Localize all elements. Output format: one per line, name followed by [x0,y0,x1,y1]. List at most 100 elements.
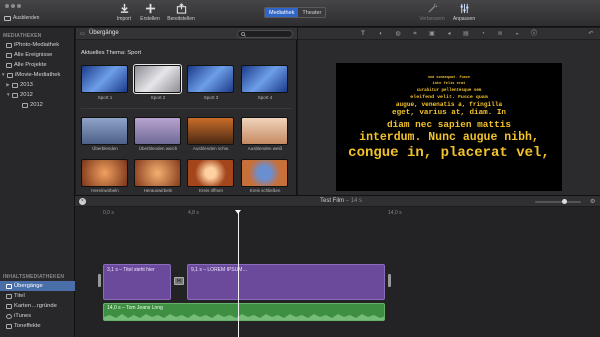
sidebar-item-2013[interactable]: ▶ 2013 [0,80,74,90]
transition-fade-white[interactable] [241,117,288,145]
star-icon [6,52,12,58]
share-button[interactable]: Bereitstellen [167,3,195,22]
audio-clip[interactable]: 14,0 s – Tom Jeans Long [103,303,385,321]
timeline[interactable]: 0,0 s 4,8 s 14,0 s 3,1 s – Titel steht h… [75,207,600,337]
transition-circle-close[interactable] [241,159,288,187]
transition-label: Überblenden weich [138,146,178,151]
transition-sport-3[interactable] [187,65,234,93]
minimize-window-button[interactable] [11,4,15,8]
transition-soft-dissolve[interactable] [134,117,181,145]
close-window-button[interactable] [5,4,9,8]
audio-eq-icon[interactable]: ≋ [497,31,503,37]
crawl-line: curabitur pellentesque sem [416,88,482,93]
sidebar-item-2012-event[interactable]: 2012 [0,100,74,110]
enhance-button[interactable]: Verbessern [418,3,446,22]
disclosure-triangle-icon[interactable]: ▼ [6,90,10,100]
sidebar-item-maps[interactable]: Karten…rgründe [0,301,75,311]
create-button[interactable]: Erstellen [136,3,164,22]
color-balance-icon[interactable]: ◐ [378,31,384,37]
info-icon[interactable]: ⓘ [531,31,537,37]
transition-circle-open[interactable] [187,159,234,187]
title-tool-icon[interactable]: T [360,31,366,37]
event-icon [22,102,28,108]
sidebar-item-imovie-library[interactable]: ▼ iMovie-Mediathek [0,70,74,80]
zoom-slider-knob[interactable] [562,199,567,204]
import-arrow-icon [120,3,128,13]
map-icon [6,303,12,309]
sidebar-item-transitions[interactable]: Übergänge [0,281,75,291]
tab-mediathek[interactable]: Mediathek [265,8,299,17]
zoom-slider[interactable] [535,201,581,203]
transition-marker-icon[interactable]: ⋈ [174,277,184,285]
sidebar-item-itunes[interactable]: iTunes [0,311,75,321]
browser-header: ▭ Übergänge [76,28,297,40]
settings-gear-icon[interactable]: ⚙ [590,198,595,205]
content-browser: ▭ Übergänge Aktuelles Thema: Sport Sport… [76,28,297,195]
search-icon [241,32,246,37]
sliders-icon [460,3,468,14]
magic-wand-icon [427,3,438,13]
photo-library-icon [6,42,12,48]
clip-filter-icon[interactable]: ◒ [514,31,520,37]
zoom-window-button[interactable] [17,4,21,8]
search-input[interactable] [237,30,293,38]
playhead[interactable] [238,210,239,337]
adjust-button[interactable]: Anpassen [450,3,478,22]
transition-sport-4[interactable] [241,65,288,93]
transition-cross-dissolve[interactable] [81,117,128,145]
disclosure-triangle-icon[interactable]: ▶ [6,80,10,90]
import-button[interactable]: Import [110,3,138,22]
crawl-line: augue, venenatis a, fringilla [395,101,503,109]
transition-label: Herauswirbeln [143,188,173,193]
sidebar-item-titles[interactable]: Titel [0,291,75,301]
volume-icon[interactable]: ◂ [446,31,452,37]
viewer: T ◐ ◍ ⌗ ▣ ◂ ▤ ◔ ≋ ◒ ⓘ ↶ sed consequat. F… [298,28,600,195]
noise-reduction-icon[interactable]: ▤ [463,31,469,37]
transition-sport-1[interactable] [81,65,128,93]
crawl-line: eleifend velit. Fusce quam [410,94,488,100]
transition-label: Hereinwirbeln [91,188,119,193]
speaker-icon [6,323,12,329]
crop-icon[interactable]: ⌗ [412,31,418,37]
transition-label: Ausblenden weiß [247,146,283,151]
disclosure-triangle-icon[interactable]: ▼ [1,70,5,80]
transition-sport-2[interactable] [133,64,182,94]
close-icon[interactable]: × [79,198,86,205]
project-title: Test Film – 14 s [320,198,363,204]
star-wars-crawl: sed consequat. Fusce inte felis erat curab… [336,63,562,191]
stabilize-icon[interactable]: ▣ [429,31,435,37]
playhead-handle[interactable] [235,210,241,214]
sidebar-item-2012-folder[interactable]: ▼ 2012 [0,90,74,100]
theme-heading: Aktuelles Thema: Sport [81,50,142,56]
sidebar-item-all-projects[interactable]: Alle Projekte [0,60,74,70]
sidebar-item-sound-effects[interactable]: Toneffekte [0,321,75,331]
folder-icon [12,82,18,88]
transition-label: Ausblenden schw. [192,146,230,151]
transition-label: Kreis öffnen [199,188,223,193]
divider [81,108,292,109]
lorem-ipsum-clip[interactable]: 9,1 s – LOREM IPSUM… [187,264,385,300]
music-note-icon [6,313,12,319]
transitions-icon [6,283,12,289]
transition-label: Kreis schließen [249,188,281,193]
crawl-line: congue in, placerat vel, [348,144,550,161]
transition-fade-black[interactable] [187,117,234,145]
transition-swirl-out[interactable] [134,159,181,187]
transition-label: Sport 2 [150,95,166,100]
title-clip[interactable]: 3,1 s – Titel steht hier [103,264,171,300]
hide-libraries-button[interactable]: Ausblenden [4,15,39,21]
color-correction-icon[interactable]: ◍ [395,31,401,37]
timeline-start-handle[interactable] [98,274,101,287]
folder-icon [12,92,18,98]
sidebar: MEDIATHEKEN iPhoto-Mediathek Alle Ereign… [0,28,75,337]
sidebar-item-iphoto[interactable]: iPhoto-Mediathek [0,40,74,50]
sidebar-item-all-events[interactable]: Alle Ereignisse [0,50,74,60]
reset-icon[interactable]: ↶ [588,31,594,37]
tab-theater[interactable]: Theater [298,8,326,17]
crawl-line: interdum. Nunc augue nibh, [359,130,539,144]
crawl-line: eget, varius at, diam. In [392,109,506,118]
transition-swirl-in[interactable] [81,159,128,187]
speed-icon[interactable]: ◔ [480,31,486,37]
timeline-end-handle[interactable] [388,274,391,287]
timeline-header: × Test Film – 14 s ⚙ [75,195,600,207]
